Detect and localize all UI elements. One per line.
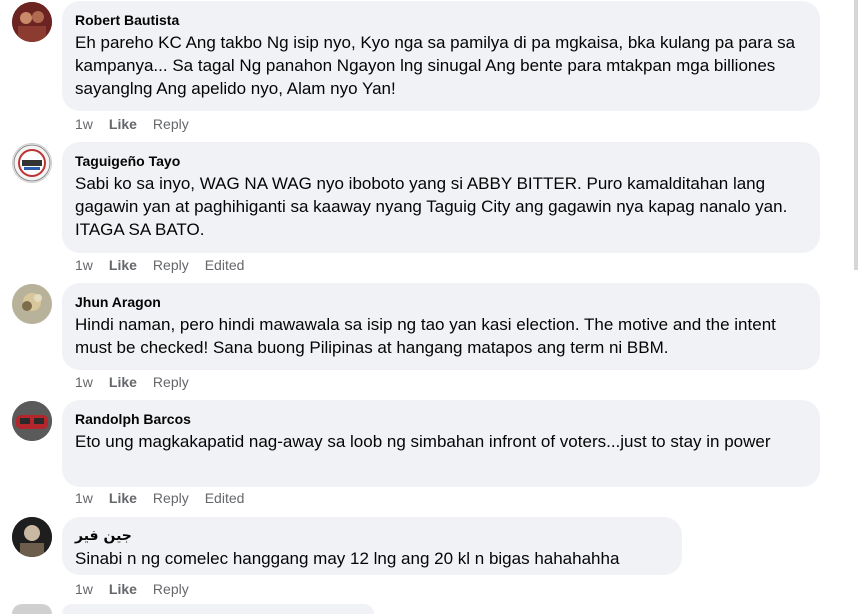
next-avatar-partial <box>12 604 52 614</box>
like-button[interactable]: Like <box>109 257 137 273</box>
reply-button[interactable]: Reply <box>153 374 189 390</box>
reply-button[interactable]: Reply <box>153 116 189 132</box>
comment-bubble: Randolph Barcos Eto ung magkakapatid nag… <box>62 400 820 487</box>
scrollbar[interactable] <box>854 0 858 270</box>
comment-actions: 1w Like Reply <box>75 116 189 132</box>
author-name[interactable]: Taguigeño Tayo <box>75 152 807 170</box>
like-button[interactable]: Like <box>109 116 137 132</box>
comment-text: Sinabi n ng comelec hanggang may 12 lng … <box>75 549 620 568</box>
reply-button[interactable]: Reply <box>153 581 189 597</box>
timestamp[interactable]: 1w <box>75 374 93 390</box>
edited-label: Edited <box>204 490 245 506</box>
timestamp[interactable]: 1w <box>75 490 93 506</box>
comment-text: Eh pareho KC Ang takbo Ng isip nyo, Kyo … <box>75 33 796 98</box>
reply-button[interactable]: Reply <box>153 257 189 273</box>
edited-label: Edited <box>204 257 245 273</box>
author-name[interactable]: Randolph Barcos <box>75 410 807 428</box>
timestamp[interactable]: 1w <box>75 257 93 273</box>
comment-text: Eto ung magkakapatid nag-away sa loob ng… <box>75 432 771 451</box>
author-name[interactable]: جين فير <box>75 527 669 545</box>
author-name[interactable]: Robert Bautista <box>75 11 807 29</box>
timestamp[interactable]: 1w <box>75 581 93 597</box>
profile-photo-icon <box>12 2 52 42</box>
avatar[interactable] <box>12 284 52 324</box>
avatar[interactable] <box>12 401 52 441</box>
like-button[interactable]: Like <box>109 490 137 506</box>
profile-photo-icon <box>12 401 52 441</box>
comment-actions: 1w Like Reply <box>75 374 189 390</box>
avatar[interactable] <box>12 2 52 42</box>
avatar[interactable] <box>12 517 52 557</box>
comment-actions: 1w Like Reply Edited <box>75 257 244 273</box>
comment-bubble: Jhun Aragon Hindi naman, pero hindi mawa… <box>62 283 820 370</box>
profile-photo-icon <box>12 517 52 557</box>
comment-bubble: Taguigeño Tayo Sabi ko sa inyo, WAG NA W… <box>62 142 820 253</box>
avatar[interactable] <box>12 143 52 183</box>
like-button[interactable]: Like <box>109 374 137 390</box>
timestamp[interactable]: 1w <box>75 116 93 132</box>
reply-button[interactable]: Reply <box>153 490 189 506</box>
comment-text: Hindi naman, pero hindi mawawala sa isip… <box>75 315 776 357</box>
comment-actions: 1w Like Reply <box>75 581 189 597</box>
comment-bubble: Robert Bautista Eh pareho KC Ang takbo N… <box>62 1 820 111</box>
comment-text: Sabi ko sa inyo, WAG NA WAG nyo iboboto … <box>75 174 788 239</box>
comment-bubble: جين فير Sinabi n ng comelec hanggang may… <box>62 517 682 575</box>
next-comment-partial <box>62 604 374 614</box>
profile-photo-icon <box>12 284 52 324</box>
like-button[interactable]: Like <box>109 581 137 597</box>
comment-actions: 1w Like Reply Edited <box>75 490 244 506</box>
author-name[interactable]: Jhun Aragon <box>75 293 807 311</box>
page-logo-icon <box>13 144 51 182</box>
